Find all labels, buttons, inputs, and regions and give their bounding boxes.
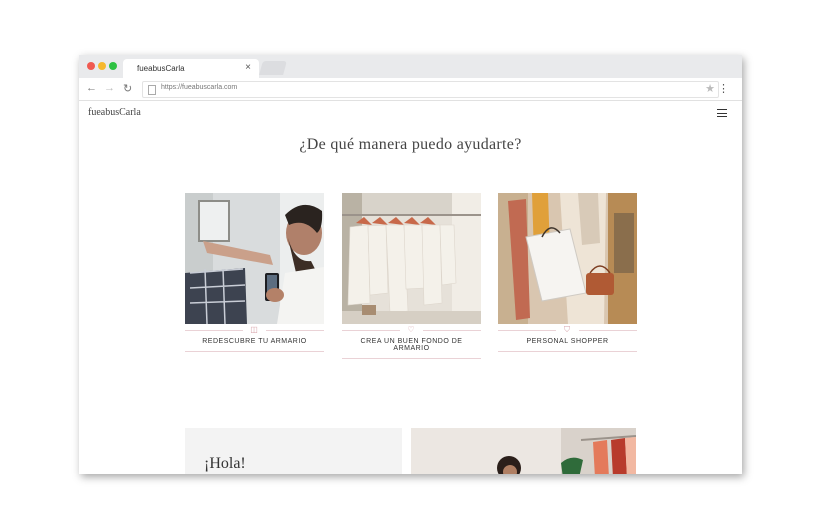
url-field[interactable]: https://fueabuscarla.com ★	[142, 81, 719, 98]
service-card-fondo-armario[interactable]: ♡ CREA UN BUEN FONDO DE ARMARIO	[342, 193, 481, 359]
tab-close-icon[interactable]: ×	[245, 62, 251, 73]
minimize-window-button[interactable]	[98, 62, 106, 70]
heart-icon: ♡	[407, 325, 415, 334]
tab-title: fueabusCarla	[137, 64, 185, 73]
card-divider: ♡	[342, 324, 481, 337]
card-photo-shopping-bag	[498, 193, 637, 324]
greeting-heading: ¡Hola!	[204, 455, 246, 472]
card-photo-clothing-rack	[342, 193, 481, 324]
bag-icon: ⛉	[564, 325, 570, 334]
close-window-button[interactable]	[87, 62, 95, 70]
service-card-personal-shopper[interactable]: ⛉ PERSONAL SHOPPER	[498, 193, 637, 352]
browser-tab[interactable]: fueabusCarla ×	[123, 59, 259, 78]
page-heading: ¿De qué manera puedo ayudarte?	[299, 136, 522, 153]
card-photo-man-phone	[185, 193, 324, 324]
service-card-redescubre[interactable]: ◫ REDESCUBRE TU ARMARIO	[185, 193, 324, 352]
forward-icon[interactable]: →	[104, 82, 115, 94]
address-bar: ← → ↻ https://fueabuscarla.com ★ ⋮	[79, 78, 742, 101]
bookmark-star-icon[interactable]: ★	[705, 82, 715, 95]
hamburger-menu-icon[interactable]	[717, 109, 727, 120]
browser-menu-icon[interactable]: ⋮	[718, 82, 729, 95]
card-label: CREA UN BUEN FONDO DE ARMARIO	[360, 338, 463, 352]
maximize-window-button[interactable]	[109, 62, 117, 70]
card-label: PERSONAL SHOPPER	[526, 338, 609, 345]
new-tab-button[interactable]	[259, 61, 287, 75]
camera-icon: ◫	[250, 325, 258, 334]
back-icon[interactable]: ←	[86, 82, 97, 94]
intro-photo-woman-clothes	[411, 428, 636, 474]
card-divider: ⛉	[498, 324, 637, 337]
reload-icon[interactable]: ↻	[123, 82, 132, 95]
website-content: fueabusCarla ¿De qué manera puedo ayudar…	[79, 101, 742, 474]
intro-box: ¡Hola!	[185, 428, 402, 474]
card-divider: ◫	[185, 324, 324, 337]
url-text: https://fueabuscarla.com	[161, 84, 238, 91]
site-logo[interactable]: fueabusCarla	[88, 107, 141, 118]
browser-titlebar: fueabusCarla ×	[79, 55, 742, 78]
card-label: REDESCUBRE TU ARMARIO	[202, 338, 307, 345]
page-icon	[148, 85, 156, 95]
browser-window: fueabusCarla × ← → ↻ https://fueabuscarl…	[79, 55, 742, 474]
